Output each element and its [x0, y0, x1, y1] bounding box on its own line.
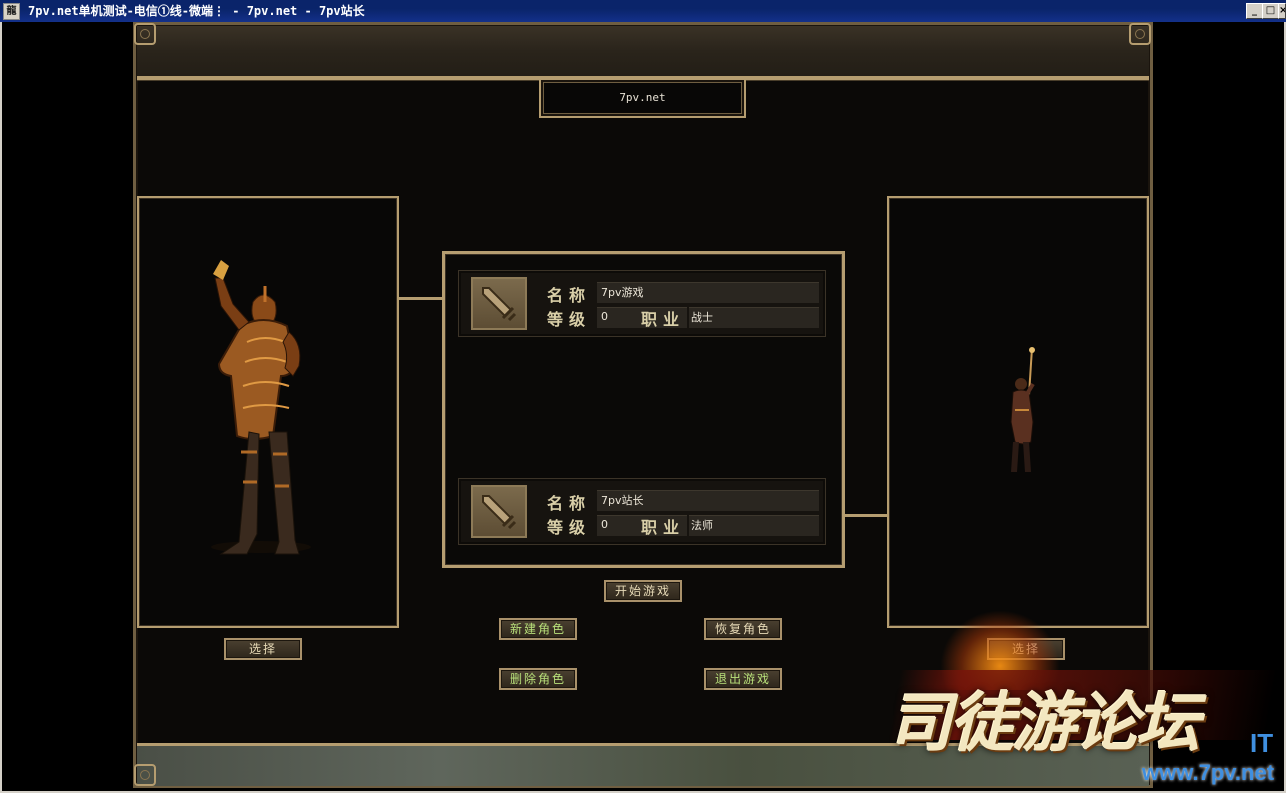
- sword-icon: [471, 277, 527, 330]
- character-name: 7pv站长: [601, 494, 644, 507]
- level-label: 等级: [547, 310, 592, 329]
- mage-figure: [1010, 347, 1035, 472]
- left-character-preview: [137, 196, 399, 628]
- connector-left: [399, 297, 442, 300]
- corner-ornament-top-right: [1129, 23, 1151, 45]
- exit-game-button[interactable]: 退出游戏: [704, 668, 782, 690]
- start-game-button[interactable]: 开始游戏: [604, 580, 682, 602]
- character-level: 0: [601, 310, 608, 323]
- app-icon[interactable]: 龍: [3, 3, 20, 20]
- select-left-button[interactable]: 选择: [224, 638, 302, 660]
- level-label: 等级: [547, 518, 592, 537]
- top-decor-strip: [137, 26, 1149, 76]
- watermark-url: www.7pv.net: [1142, 760, 1275, 785]
- new-character-button[interactable]: 新建角色: [499, 618, 577, 640]
- character-name: 7pv游戏: [601, 286, 644, 299]
- delete-character-button[interactable]: 删除角色: [499, 668, 577, 690]
- minimize-button[interactable]: _: [1246, 3, 1263, 19]
- class-label: 职业: [641, 310, 686, 329]
- name-label: 名称: [547, 286, 592, 305]
- corner-ornament-bottom-left: [134, 764, 156, 786]
- class-label: 职业: [641, 518, 686, 537]
- maximize-button[interactable]: □: [1262, 3, 1279, 19]
- right-character-preview: [887, 196, 1149, 628]
- watermark-text: 司徒游论坛: [888, 686, 1200, 761]
- window-titlebar[interactable]: 龍 7pv.net单机测试-电信①线-微端⋮ - 7pv.net - 7pv站长…: [0, 0, 1286, 22]
- close-button[interactable]: ×: [1278, 3, 1286, 19]
- server-name-box: 7pv.net: [539, 78, 746, 118]
- character-slot-1[interactable]: 名称 7pv游戏 等级 0 职业 战士: [458, 270, 826, 337]
- character-level: 0: [601, 518, 608, 531]
- character-class: 战士: [691, 311, 713, 324]
- sword-icon: [471, 485, 527, 538]
- warrior-figure: [211, 260, 311, 555]
- corner-ornament-top-left: [134, 23, 156, 45]
- name-label: 名称: [547, 494, 592, 513]
- connector-right: [845, 514, 887, 517]
- window-title: 7pv.net单机测试-电信①线-微端⋮ - 7pv.net - 7pv站长: [28, 4, 365, 18]
- watermark-cap: IT: [1250, 728, 1274, 758]
- watermark-logo: 司徒游论坛 IT www.7pv.net: [880, 610, 1286, 790]
- restore-character-button[interactable]: 恢复角色: [704, 618, 782, 640]
- character-slot-2[interactable]: 名称 7pv站长 等级 0 职业 法师: [458, 478, 826, 545]
- character-class: 法师: [691, 519, 713, 532]
